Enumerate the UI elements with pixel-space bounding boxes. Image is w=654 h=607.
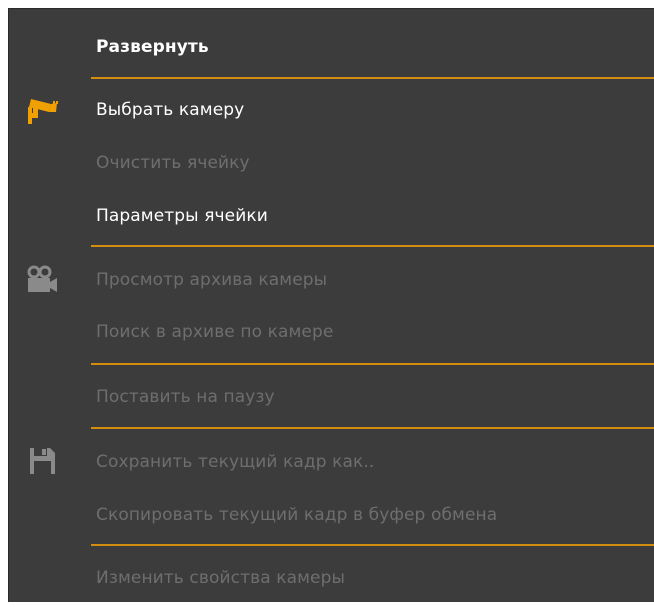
menu-item-save-frame-label: Сохранить текущий кадр как..	[96, 452, 375, 472]
menu-item-pause-label: Поставить на паузу	[96, 387, 275, 407]
menu-item-clear-cell[interactable]: Очистить ячейку	[9, 134, 654, 192]
menu-item-select-camera-label: Выбрать камеру	[96, 100, 245, 120]
menu-item-copy-frame[interactable]: Скопировать текущий кадр в буфер обмена	[9, 486, 654, 544]
menu-item-view-archive[interactable]: Просмотр архива камеры	[9, 251, 654, 309]
menu-item-edit-camera-properties-label: Изменить свойства камеры	[96, 568, 346, 588]
menu-item-cell-parameters[interactable]: Параметры ячейки	[9, 187, 654, 245]
menu-item-pause[interactable]: Поставить на паузу	[9, 368, 654, 426]
menu-item-view-archive-label: Просмотр архива камеры	[96, 270, 328, 290]
menu-item-select-camera[interactable]: Выбрать камеру	[9, 81, 654, 139]
menu-item-edit-camera-properties[interactable]: Изменить свойства камеры	[9, 549, 654, 607]
menu-item-cell-parameters-label: Параметры ячейки	[96, 206, 268, 226]
menu-item-search-archive-label: Поиск в архиве по камере	[96, 322, 334, 342]
menu-item-copy-frame-label: Скопировать текущий кадр в буфер обмена	[96, 505, 498, 525]
menu-item-expand[interactable]: Развернуть	[9, 18, 654, 76]
menu-separator	[91, 363, 654, 365]
video-camera-icon	[25, 265, 59, 295]
menu-item-search-archive[interactable]: Поиск в архиве по камере	[9, 303, 654, 361]
menu-separator	[91, 427, 654, 429]
menu-item-expand-label: Развернуть	[96, 37, 209, 57]
security-camera-icon	[25, 95, 59, 125]
menu-item-save-frame[interactable]: Сохранить текущий кадр как..	[9, 433, 654, 491]
menu-separator	[91, 77, 654, 79]
menu-item-clear-cell-label: Очистить ячейку	[96, 153, 250, 173]
context-menu: Развернуть Выбрать камеру Очистить ячейк…	[8, 8, 654, 602]
menu-separator	[91, 544, 654, 546]
floppy-disk-icon	[25, 446, 59, 476]
menu-separator	[91, 245, 654, 247]
